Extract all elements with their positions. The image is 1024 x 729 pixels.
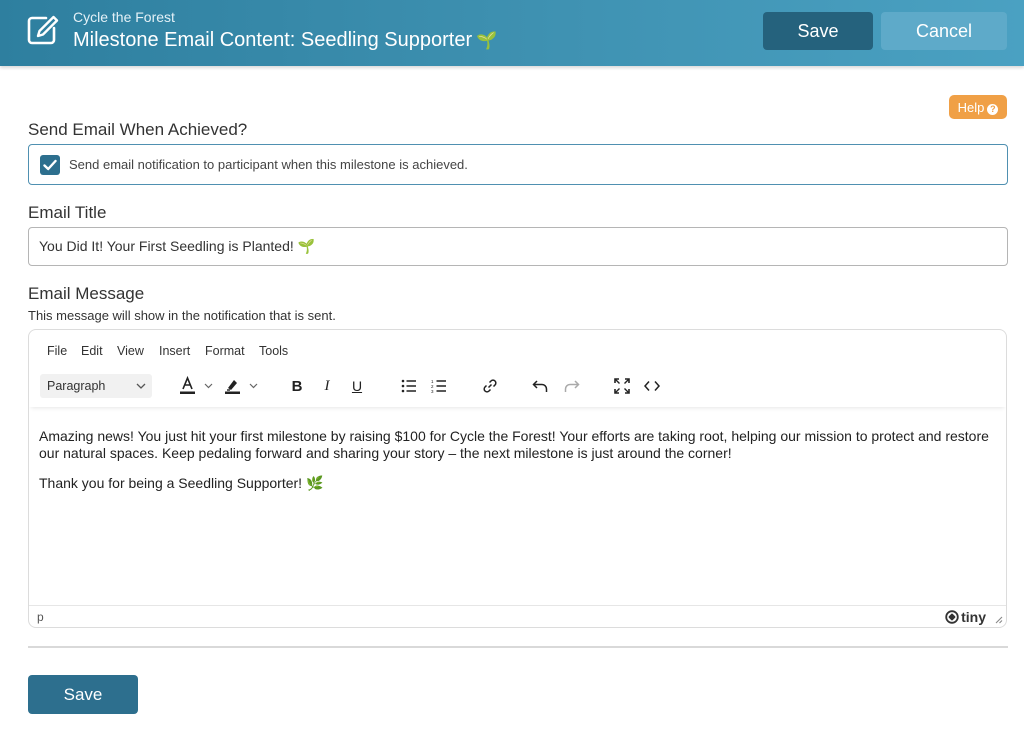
redo-icon (564, 380, 580, 392)
menu-tools[interactable]: Tools (259, 344, 288, 358)
menu-format[interactable]: Format (205, 344, 245, 358)
editor-toolbar: Paragraph B I U 1 2 3 (29, 370, 1006, 407)
bullet-list-icon (401, 379, 416, 393)
bold-icon: B (291, 377, 303, 395)
undo-button[interactable] (529, 376, 551, 396)
help-button[interactable]: Help? (949, 95, 1007, 119)
page-title-text: Milestone Email Content: Seedling Suppor… (73, 29, 473, 51)
page-title: Milestone Email Content: Seedling Suppor… (73, 29, 497, 52)
save-button[interactable]: Save (28, 675, 138, 714)
send-email-checkbox-text: Send email notification to participant w… (69, 157, 468, 172)
seedling-emoji: 🌱 (476, 31, 498, 50)
header-save-button[interactable]: Save (763, 12, 873, 50)
checkbox-checked[interactable] (40, 155, 60, 175)
undo-icon (532, 380, 548, 392)
send-email-label: Send Email When Achieved? (28, 120, 248, 139)
divider (28, 646, 1008, 648)
menu-edit[interactable]: Edit (81, 344, 103, 358)
text-color-button[interactable] (179, 376, 217, 396)
chevron-down-icon (136, 383, 146, 389)
tiny-brand-text: tiny (961, 609, 986, 625)
menu-insert[interactable]: Insert (159, 344, 190, 358)
editor-paragraph: Thank you for being a Seedling Supporter… (39, 475, 324, 491)
email-message-label: Email Message (28, 284, 145, 303)
editor-content[interactable]: Amazing news! You just hit your first mi… (39, 428, 994, 505)
highlight-color-button[interactable] (224, 376, 262, 396)
underline-icon: U (351, 378, 363, 394)
bold-button[interactable]: B (287, 376, 307, 396)
numbered-list-button[interactable]: 1 2 3 (428, 376, 450, 396)
link-button[interactable] (479, 376, 501, 396)
block-format-value: Paragraph (47, 379, 106, 393)
question-circle-icon: ? (987, 103, 999, 115)
element-path[interactable]: p (37, 610, 44, 624)
header-cancel-button[interactable]: Cancel (881, 12, 1007, 50)
tiny-logo-icon (945, 610, 959, 624)
numbered-list-icon: 1 2 3 (431, 379, 446, 393)
text-color-icon (180, 376, 213, 394)
svg-text:3: 3 (431, 389, 434, 393)
italic-icon: I (324, 377, 330, 394)
editor-paragraph: Amazing news! You just hit your first mi… (39, 428, 989, 461)
block-format-select[interactable]: Paragraph (40, 374, 152, 398)
link-icon (483, 379, 497, 393)
code-icon (644, 381, 660, 391)
rich-text-editor: File Edit View Insert Format Tools Parag… (28, 329, 1007, 628)
italic-button[interactable]: I (317, 376, 337, 396)
help-label: Help (957, 99, 985, 115)
fullscreen-icon (614, 378, 630, 394)
tiny-logo[interactable]: tiny (945, 609, 986, 625)
email-message-description: This message will show in the notificati… (28, 308, 336, 323)
send-email-checkbox-row[interactable]: Send email notification to participant w… (28, 144, 1008, 185)
underline-button[interactable]: U (347, 376, 367, 396)
email-title-label: Email Title (28, 203, 107, 222)
redo-button[interactable] (561, 376, 583, 396)
org-name: Cycle the Forest (73, 9, 175, 25)
edit-icon (26, 14, 60, 46)
bullet-list-button[interactable] (398, 376, 420, 396)
fullscreen-button[interactable] (611, 376, 633, 396)
menu-file[interactable]: File (47, 344, 67, 358)
editor-menubar: File Edit View Insert Format Tools (29, 330, 1006, 370)
menu-view[interactable]: View (117, 344, 144, 358)
source-code-button[interactable] (641, 376, 663, 396)
resize-handle-icon (995, 616, 1003, 624)
highlight-icon (225, 380, 258, 394)
email-title-input[interactable] (28, 227, 1008, 266)
app-header: Cycle the Forest Milestone Email Content… (0, 0, 1024, 66)
editor-statusbar: p tiny (29, 605, 1006, 627)
checkmark-icon (43, 159, 57, 171)
